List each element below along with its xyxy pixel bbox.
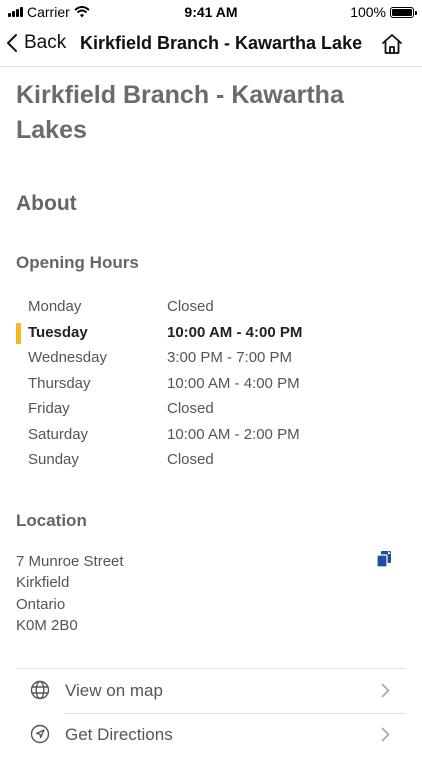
status-right: 100% bbox=[350, 4, 417, 20]
action-list: View on map Get Directions bbox=[16, 668, 406, 757]
view-on-map-button[interactable]: View on map bbox=[16, 669, 406, 713]
hours-row-tuesday: Tuesday 10:00 AM - 4:00 PM bbox=[16, 322, 406, 348]
day-label: Wednesday bbox=[28, 349, 107, 366]
page-title: Kirkfield Branch - Kawartha Lakes bbox=[16, 81, 344, 144]
address-block: 7 Munroe Street Kirkfield Ontario K0M 2B… bbox=[16, 550, 406, 637]
opening-hours-heading: Opening Hours bbox=[16, 253, 139, 272]
chevron-right-icon bbox=[381, 727, 390, 742]
hours-row-friday: Friday Closed bbox=[16, 398, 406, 424]
address-town: Kirkfield bbox=[16, 574, 70, 591]
day-label: Thursday bbox=[28, 374, 91, 392]
hours-value: 10:00 AM - 4:00 PM bbox=[167, 374, 300, 392]
day-label: Saturday bbox=[28, 425, 89, 443]
today-marker bbox=[16, 322, 21, 344]
battery-percent: 100% bbox=[350, 4, 386, 20]
hours-row-wednesday: Wednesday 3:00 PM - 7:00 PM bbox=[16, 347, 406, 373]
about-heading: About bbox=[16, 192, 77, 215]
hours-row-thursday: Thursday 10:00 AM - 4:00 PM bbox=[16, 373, 406, 399]
copy-address-button[interactable] bbox=[376, 550, 392, 575]
globe-icon bbox=[30, 680, 50, 700]
navigation-icon bbox=[30, 724, 50, 744]
hours-row-monday: Monday Closed bbox=[16, 296, 406, 322]
view-on-map-label: View on map bbox=[65, 681, 163, 700]
hours-row-sunday: Sunday Closed bbox=[16, 449, 406, 475]
hours-value: 3:00 PM - 7:00 PM bbox=[167, 349, 293, 366]
hours-value: Closed bbox=[167, 400, 214, 417]
battery-icon bbox=[390, 6, 417, 18]
hours-value: Closed bbox=[167, 298, 214, 315]
chevron-right-icon bbox=[381, 683, 390, 698]
day-label: Sunday bbox=[28, 451, 79, 468]
nav-title: Kirkfield Branch - Kawartha Lake bbox=[80, 33, 363, 53]
hours-row-saturday: Saturday 10:00 AM - 2:00 PM bbox=[16, 424, 406, 450]
address-street: 7 Munroe Street bbox=[16, 552, 124, 570]
status-bar: Carrier 9:41 AM 100% bbox=[0, 0, 422, 24]
get-directions-label: Get Directions bbox=[65, 725, 173, 744]
back-label: Back bbox=[24, 32, 67, 53]
hours-value: 10:00 AM - 4:00 PM bbox=[167, 323, 303, 341]
day-label: Friday bbox=[28, 400, 70, 417]
address-province: Ontario bbox=[16, 595, 66, 613]
navigation-bar: Back Kirkfield Branch - Kawartha Lake bbox=[0, 24, 422, 67]
location-heading: Location bbox=[16, 510, 87, 530]
chevron-left-icon bbox=[7, 34, 17, 52]
home-button[interactable] bbox=[380, 32, 404, 61]
back-button[interactable]: Back bbox=[6, 32, 66, 54]
opening-hours-table: Monday Closed Tuesday 10:00 AM - 4:00 PM… bbox=[16, 296, 406, 475]
day-label: Tuesday bbox=[28, 323, 88, 341]
hours-value: Closed bbox=[167, 451, 214, 468]
get-directions-button[interactable]: Get Directions bbox=[16, 713, 406, 757]
hours-value: 10:00 AM - 2:00 PM bbox=[167, 425, 300, 443]
branch-detail: Kirkfield Branch - Kawartha Lakes About … bbox=[16, 66, 406, 637]
day-label: Monday bbox=[28, 298, 82, 315]
address-postal-code: K0M 2B0 bbox=[16, 617, 78, 634]
copy-icon bbox=[376, 550, 391, 568]
home-icon bbox=[382, 34, 402, 54]
